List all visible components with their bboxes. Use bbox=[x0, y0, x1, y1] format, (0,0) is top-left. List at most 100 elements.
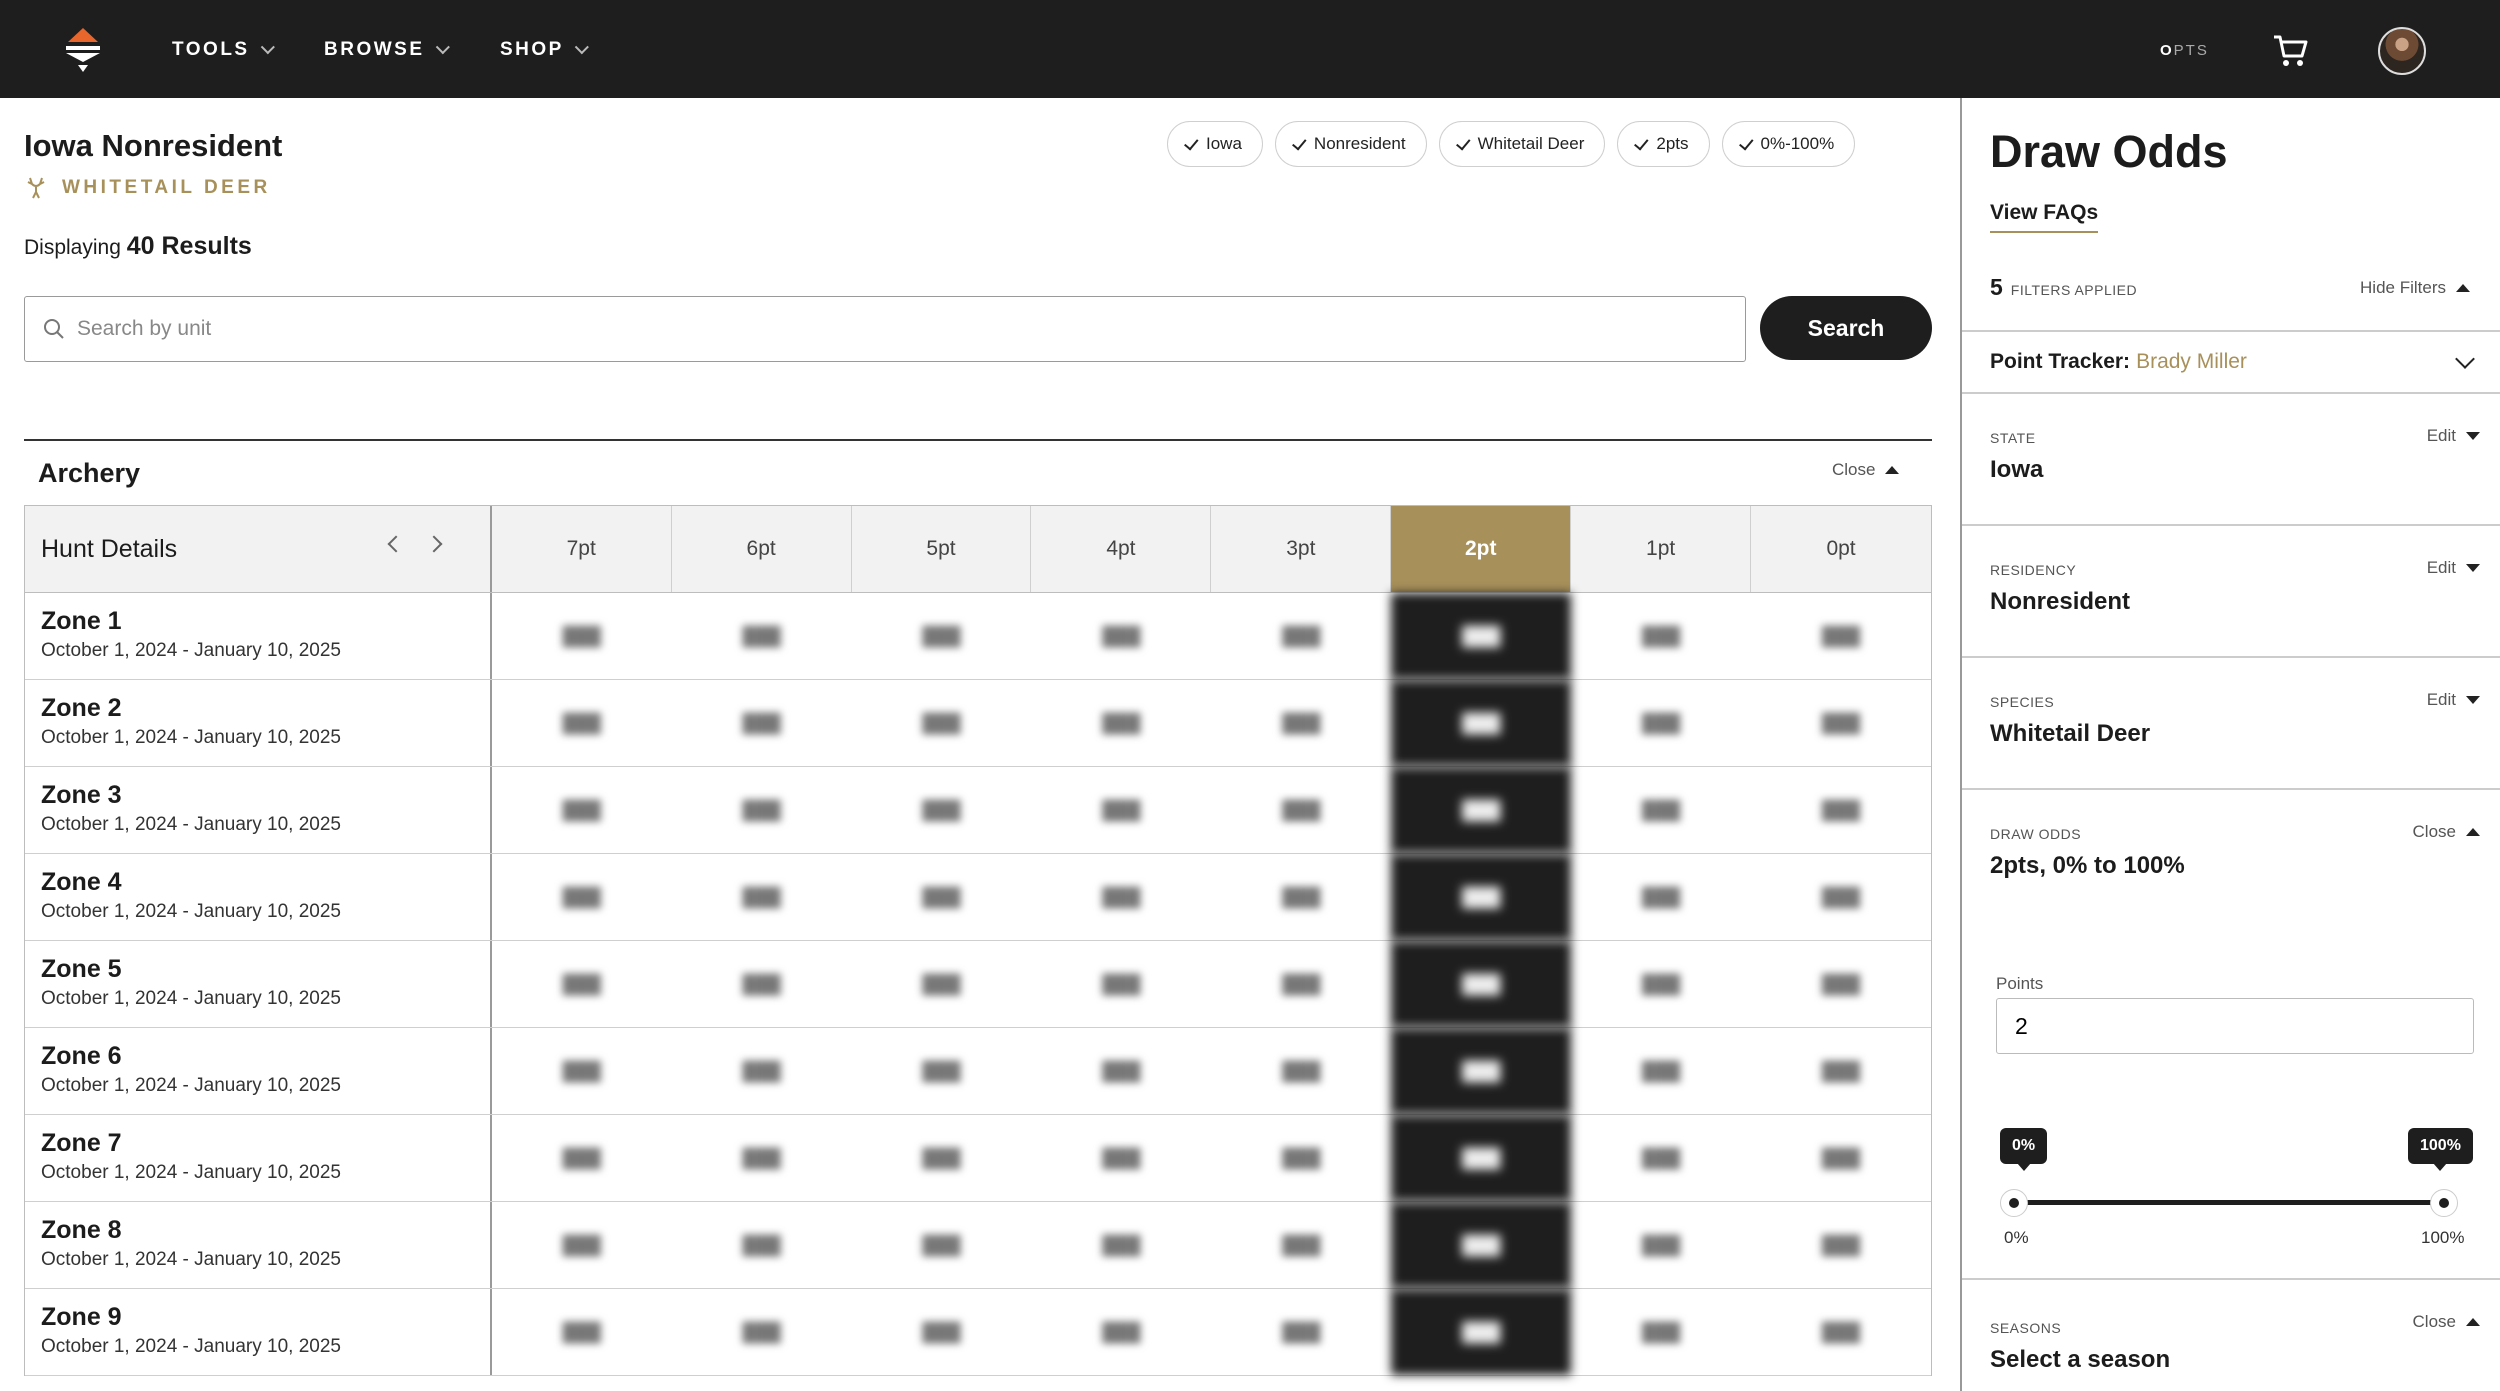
range-max-handle[interactable] bbox=[2430, 1189, 2458, 1217]
filter-species: SPECIES Whitetail Deer Edit bbox=[1962, 656, 2500, 788]
avatar[interactable] bbox=[2378, 27, 2426, 75]
odds-cell-blurred: ███ bbox=[562, 886, 601, 907]
table-row[interactable]: Zone 2 October 1, 2024 - January 10, 2025… bbox=[25, 680, 1931, 767]
chip-residency[interactable]: Nonresident bbox=[1274, 121, 1427, 167]
col-6pt[interactable]: 6pt bbox=[672, 506, 852, 592]
odds-cell-blurred: ███ bbox=[562, 973, 601, 994]
hunt-details-label: Hunt Details bbox=[41, 534, 178, 563]
odds-cell-blurred: ███ bbox=[562, 1321, 601, 1342]
table-row[interactable]: Zone 8 October 1, 2024 - January 10, 2025… bbox=[25, 1202, 1931, 1289]
odds-cell-blurred: ███ bbox=[1391, 680, 1572, 766]
odds-cell-blurred: ███ bbox=[1102, 1060, 1141, 1081]
odds-cell-blurred: ███ bbox=[1102, 625, 1141, 646]
edit-label: Edit bbox=[2426, 426, 2456, 445]
odds-cell-blurred: ███ bbox=[922, 1060, 961, 1081]
close-label: Close bbox=[2412, 822, 2456, 841]
odds-cell-blurred: ███ bbox=[742, 1234, 781, 1255]
col-7pt[interactable]: 7pt bbox=[492, 506, 672, 592]
table-row[interactable]: Zone 3 October 1, 2024 - January 10, 2025… bbox=[25, 767, 1931, 854]
odds-cell-blurred: ███ bbox=[922, 1234, 961, 1255]
table-row[interactable]: Zone 9 October 1, 2024 - January 10, 2025… bbox=[25, 1289, 1931, 1376]
odds-cell-blurred: ███ bbox=[1102, 886, 1141, 907]
edit-state-button[interactable]: Edit bbox=[2427, 426, 2480, 446]
search-button[interactable]: Search bbox=[1760, 296, 1932, 360]
caret-up-icon bbox=[2466, 828, 2480, 836]
points-input[interactable] bbox=[1996, 998, 2474, 1054]
chip-odds[interactable]: 0%-100% bbox=[1721, 121, 1856, 167]
caret-down-icon bbox=[2466, 564, 2480, 572]
odds-cell-blurred: ███ bbox=[1282, 1060, 1321, 1081]
chip-label: 2pts bbox=[1656, 134, 1689, 153]
odds-cell-blurred: ███ bbox=[1102, 799, 1141, 820]
view-faqs-link[interactable]: View FAQs bbox=[1990, 201, 2099, 233]
chip-state[interactable]: Iowa bbox=[1167, 121, 1263, 167]
point-tracker-dropdown[interactable]: Point Tracker: Brady Miller bbox=[1962, 330, 2500, 392]
close-draw-odds-button[interactable]: Close bbox=[2413, 822, 2480, 842]
close-seasons-button[interactable]: Close bbox=[2413, 1312, 2480, 1332]
section-close-button[interactable]: Close bbox=[1832, 460, 1900, 480]
table-row[interactable]: Zone 6 October 1, 2024 - January 10, 2025… bbox=[25, 1028, 1931, 1115]
col-1pt[interactable]: 1pt bbox=[1571, 506, 1752, 592]
draw-odds-panel: Draw Odds View FAQs 5 FILTERS APPLIED Hi… bbox=[1960, 98, 2500, 1391]
col-3pt[interactable]: 3pt bbox=[1211, 506, 1392, 592]
filter-value: Nonresident bbox=[1990, 588, 2131, 615]
col-5pt[interactable]: 5pt bbox=[852, 506, 1032, 592]
odds-cell-blurred: ███ bbox=[1282, 799, 1321, 820]
col-2pt[interactable]: 2pt bbox=[1391, 506, 1572, 592]
zone-name: Zone 7 bbox=[41, 1129, 122, 1157]
hunt-details-cell: Zone 3 October 1, 2024 - January 10, 2025 bbox=[25, 767, 492, 853]
nav-tools[interactable]: TOOLS bbox=[172, 38, 275, 62]
odds-range-track[interactable] bbox=[2018, 1200, 2448, 1205]
odds-cell-blurred: ███ bbox=[1821, 1321, 1861, 1342]
chip-points[interactable]: 2pts bbox=[1617, 121, 1710, 167]
search-input[interactable] bbox=[77, 317, 1677, 341]
edit-species-button[interactable]: Edit bbox=[2427, 690, 2480, 710]
odds-cell-blurred: ███ bbox=[1282, 1147, 1321, 1168]
odds-cell-blurred: ███ bbox=[1391, 1115, 1572, 1201]
check-icon bbox=[1455, 134, 1471, 151]
edit-residency-button[interactable]: Edit bbox=[2427, 558, 2480, 578]
col-4pt[interactable]: 4pt bbox=[1031, 506, 1212, 592]
table-row[interactable]: Zone 5 October 1, 2024 - January 10, 2025… bbox=[25, 941, 1931, 1028]
chevron-right-icon[interactable] bbox=[425, 535, 443, 553]
odds-cell-blurred: ███ bbox=[922, 625, 961, 646]
odds-cell-blurred: ███ bbox=[742, 712, 781, 733]
odds-cell-blurred: ███ bbox=[1391, 941, 1572, 1027]
odds-cell-blurred: ███ bbox=[1821, 1234, 1861, 1255]
odds-cell-blurred: ███ bbox=[742, 973, 781, 994]
odds-cell-blurred: ███ bbox=[1821, 799, 1861, 820]
cart-icon[interactable] bbox=[2272, 34, 2310, 68]
nav-browse-label: BROWSE bbox=[324, 39, 425, 60]
logo-icon[interactable] bbox=[62, 28, 104, 74]
chip-species[interactable]: Whitetail Deer bbox=[1438, 121, 1606, 167]
table-row[interactable]: Zone 7 October 1, 2024 - January 10, 2025… bbox=[25, 1115, 1931, 1202]
nav-shop[interactable]: SHOP bbox=[500, 38, 589, 62]
points-indicator[interactable]: OPTS bbox=[2160, 42, 2209, 59]
check-icon bbox=[1634, 134, 1649, 151]
hide-filters-button[interactable]: Hide Filters bbox=[2360, 278, 2470, 298]
table-row[interactable]: Zone 1 October 1, 2024 - January 10, 2025… bbox=[25, 593, 1931, 680]
season-dates: October 1, 2024 - January 10, 2025 bbox=[41, 1336, 341, 1357]
points-o: O bbox=[2160, 42, 2174, 59]
odds-cell-blurred: ███ bbox=[742, 886, 781, 907]
hunt-details-cell: Zone 1 October 1, 2024 - January 10, 2025 bbox=[25, 593, 492, 679]
range-min-handle[interactable] bbox=[2000, 1189, 2028, 1217]
odds-cell-blurred: ███ bbox=[1282, 712, 1321, 733]
season-dates: October 1, 2024 - January 10, 2025 bbox=[41, 1249, 341, 1270]
odds-cell-blurred: ███ bbox=[1642, 973, 1681, 994]
check-icon bbox=[1738, 134, 1754, 151]
filters-count: 5 bbox=[1990, 274, 2003, 300]
range-min-tooltip: 0% bbox=[2000, 1128, 2048, 1171]
points-suffix: PTS bbox=[2173, 42, 2209, 59]
odds-cell-blurred: ███ bbox=[1282, 1234, 1321, 1255]
odds-cell-blurred: ███ bbox=[1642, 712, 1681, 733]
col-0pt[interactable]: 0pt bbox=[1751, 506, 1931, 592]
table-body: Zone 1 October 1, 2024 - January 10, 2025… bbox=[25, 593, 1931, 1376]
nav-browse[interactable]: BROWSE bbox=[324, 38, 450, 62]
chevron-down-icon bbox=[435, 40, 450, 55]
chevron-left-icon[interactable] bbox=[387, 535, 405, 553]
odds-cell-blurred: ███ bbox=[1821, 712, 1861, 733]
zone-name: Zone 1 bbox=[41, 607, 122, 635]
table-row[interactable]: Zone 4 October 1, 2024 - January 10, 2025… bbox=[25, 854, 1931, 941]
points-label: Points bbox=[1996, 974, 2044, 993]
